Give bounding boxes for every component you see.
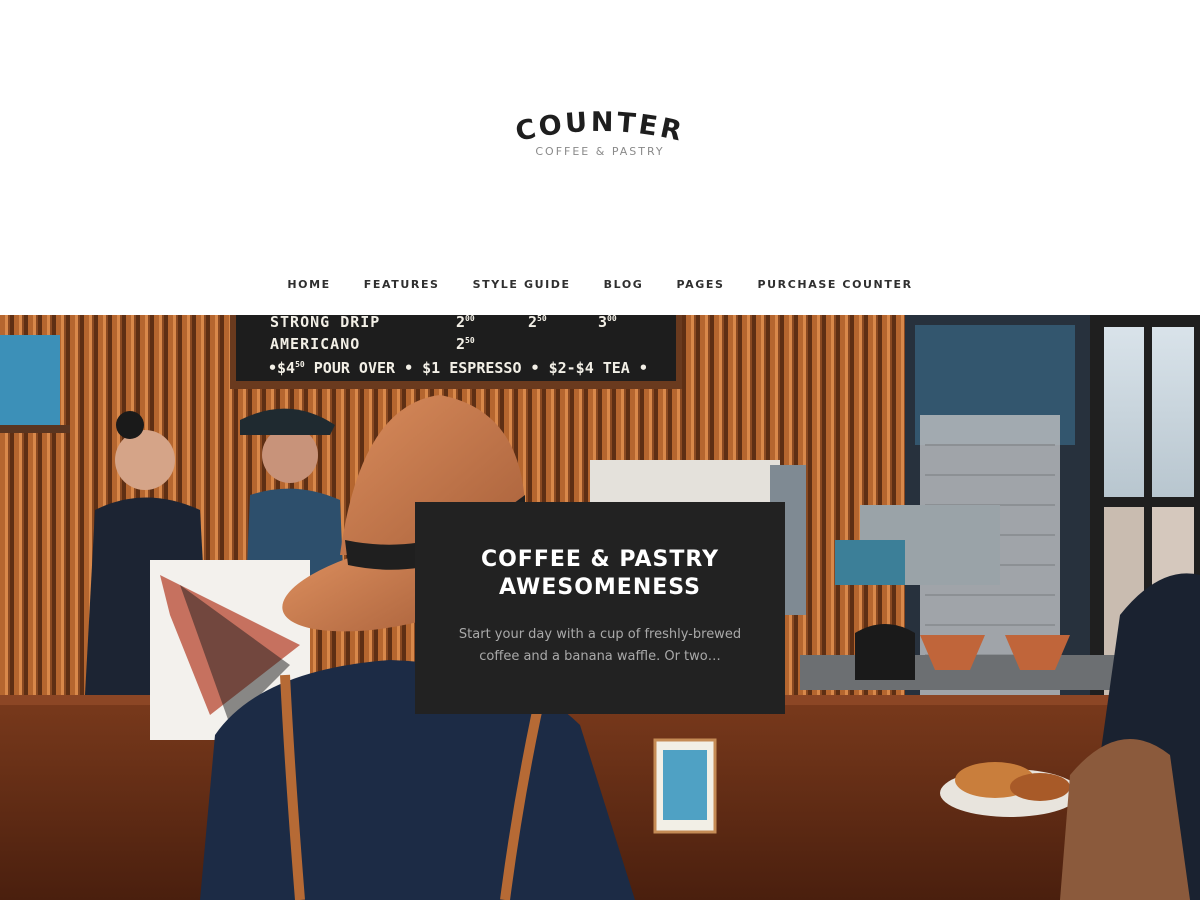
hero-title: COFFEE & PASTRY AWESOMENESS	[415, 546, 785, 602]
svg-text:COUNTER: COUNTER	[513, 107, 688, 148]
menu-specials-cents: 50	[295, 360, 305, 369]
hero-description: Start your day with a cup of freshly-bre…	[458, 627, 742, 664]
hero-section: STRONG DRIP 200 250 300 AMERICANO 250 •$…	[0, 315, 1200, 900]
menu-item-americano: AMERICANO	[270, 335, 360, 353]
menu-price-drip-2-cents: 50	[537, 315, 547, 323]
nav-item-purchase-counter[interactable]: PURCHASE COUNTER	[741, 276, 929, 294]
site-header: COUNTER COFFEE & PASTRY HOME FEATURES ST…	[0, 0, 1200, 315]
svg-text:STRONG DRIP: STRONG DRIP	[270, 315, 380, 331]
nav-item-blog[interactable]: BLOG	[587, 276, 660, 294]
nav-item-style-guide[interactable]: STYLE GUIDE	[456, 276, 587, 294]
menu-price-drip-1: 2	[456, 315, 465, 331]
svg-text:AMERICANO: AMERICANO	[270, 335, 360, 353]
hero-title-line-2: AWESOMENESS	[499, 575, 701, 600]
menu-price-americano: 2	[456, 335, 465, 353]
menu-price-drip-1-cents: 00	[465, 315, 475, 323]
menu-board: STRONG DRIP 200 250 300 AMERICANO 250 •$…	[230, 315, 682, 389]
menu-price-drip-3-cents: 00	[607, 315, 617, 323]
logo-wordmark: COUNTER	[513, 107, 688, 148]
nav-item-home[interactable]: HOME	[271, 276, 347, 294]
nav-item-pages[interactable]: PAGES	[660, 276, 741, 294]
hero-title-line-1: COFFEE & PASTRY	[480, 547, 720, 572]
site-tagline: COFFEE & PASTRY	[535, 145, 665, 158]
nav-item-features[interactable]: FEATURES	[347, 276, 456, 294]
menu-price-drip-3: 3	[598, 315, 607, 331]
main-navigation: HOME FEATURES STYLE GUIDE BLOG PAGES PUR…	[0, 276, 1200, 294]
hero-callout: COFFEE & PASTRY AWESOMENESS Start your d…	[415, 502, 785, 714]
menu-price-drip-2: 2	[528, 315, 537, 331]
site-logo[interactable]: COUNTER COFFEE & PASTRY	[0, 100, 1200, 158]
menu-price-americano-cents: 50	[465, 336, 475, 345]
menu-item-strong-drip: STRONG DRIP	[270, 315, 380, 331]
svg-text:•$450 POUR OVER • $1 ESPRESSO: •$450 POUR OVER • $1 ESPRESSO • $2-$4 TE…	[268, 359, 648, 377]
site-name: COUNTER	[513, 107, 685, 148]
menu-specials-line: •$4	[268, 359, 295, 377]
menu-specials-rest: POUR OVER • $1 ESPRESSO • $2-$4 TEA •	[305, 359, 648, 377]
